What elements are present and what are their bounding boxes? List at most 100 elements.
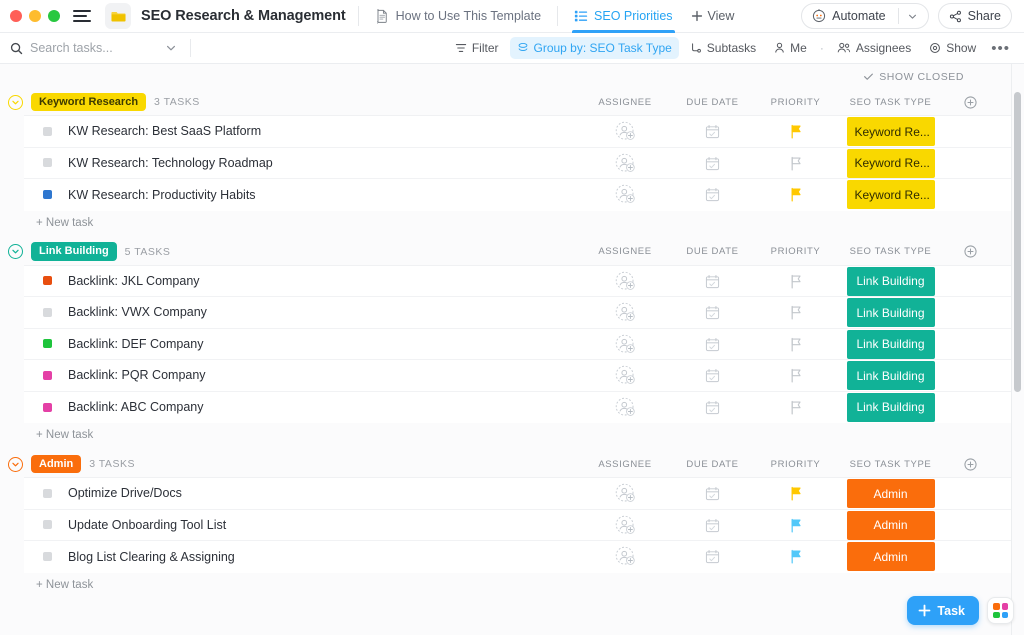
assignee-cell[interactable] xyxy=(579,116,671,148)
table-row[interactable]: Update Onboarding Tool List Admin xyxy=(24,510,1024,542)
more-options-icon[interactable]: ••• xyxy=(987,41,1014,56)
folder-icon[interactable] xyxy=(105,3,131,29)
column-header-seo-task-type[interactable]: SEO TASK TYPE xyxy=(837,246,944,257)
task-name[interactable]: Optimize Drive/Docs xyxy=(68,486,182,500)
seo-task-type-cell[interactable]: Keyword Re... xyxy=(837,148,944,180)
seo-task-type-cell[interactable]: Link Building xyxy=(837,297,944,329)
due-date-cell[interactable] xyxy=(671,392,754,424)
task-status-indicator[interactable] xyxy=(43,520,52,529)
assignee-cell[interactable] xyxy=(579,266,671,298)
task-name[interactable]: KW Research: Productivity Habits xyxy=(68,188,256,202)
menu-icon[interactable] xyxy=(73,9,91,23)
priority-cell[interactable] xyxy=(754,392,837,424)
assignee-cell[interactable] xyxy=(579,329,671,361)
seo-task-type-chip[interactable]: Link Building xyxy=(847,393,935,422)
seo-task-type-chip[interactable]: Keyword Re... xyxy=(847,149,935,178)
assignee-cell[interactable] xyxy=(579,478,671,510)
due-date-cell[interactable] xyxy=(671,116,754,148)
priority-cell[interactable] xyxy=(754,510,837,542)
table-row[interactable]: Backlink: PQR Company Link Building xyxy=(24,360,1024,392)
seo-task-type-cell[interactable]: Admin xyxy=(837,478,944,510)
task-status-indicator[interactable] xyxy=(43,127,52,136)
table-row[interactable]: Backlink: VWX Company Link Building xyxy=(24,297,1024,329)
column-header-assignee[interactable]: ASSIGNEE xyxy=(579,246,671,257)
task-status-indicator[interactable] xyxy=(43,308,52,317)
assignee-cell[interactable] xyxy=(579,541,671,573)
task-status-indicator[interactable] xyxy=(43,371,52,380)
new-task-row[interactable]: + New task xyxy=(0,573,1024,597)
due-date-cell[interactable] xyxy=(671,297,754,329)
table-row[interactable]: Optimize Drive/Docs Admin xyxy=(24,478,1024,510)
minimize-window-button[interactable] xyxy=(29,10,41,22)
table-row[interactable]: Backlink: ABC Company Link Building xyxy=(24,392,1024,424)
maximize-window-button[interactable] xyxy=(48,10,60,22)
collapse-group-icon[interactable] xyxy=(8,457,23,472)
column-header-assignee[interactable]: ASSIGNEE xyxy=(579,459,671,470)
collapse-group-icon[interactable] xyxy=(8,244,23,259)
seo-task-type-chip[interactable]: Admin xyxy=(847,479,935,508)
new-task-row[interactable]: + New task xyxy=(0,423,1024,447)
seo-task-type-cell[interactable]: Link Building xyxy=(837,266,944,298)
task-status-indicator[interactable] xyxy=(43,489,52,498)
chevron-down-icon[interactable] xyxy=(907,11,918,22)
add-view-button[interactable]: View xyxy=(691,9,735,23)
column-header-due-date[interactable]: DUE DATE xyxy=(671,246,754,257)
group-name-badge[interactable]: Link Building xyxy=(31,242,117,260)
priority-cell[interactable] xyxy=(754,329,837,361)
automate-button[interactable]: Automate xyxy=(801,3,929,29)
task-name[interactable]: Backlink: VWX Company xyxy=(68,305,207,319)
task-name[interactable]: Backlink: PQR Company xyxy=(68,368,206,382)
assignee-cell[interactable] xyxy=(579,297,671,329)
task-name[interactable]: KW Research: Technology Roadmap xyxy=(68,156,273,170)
column-header-due-date[interactable]: DUE DATE xyxy=(671,97,754,108)
me-button[interactable]: Me xyxy=(767,37,814,59)
add-column-icon[interactable] xyxy=(944,96,996,109)
column-header-seo-task-type[interactable]: SEO TASK TYPE xyxy=(837,459,944,470)
task-name[interactable]: Update Onboarding Tool List xyxy=(68,518,226,532)
assignee-cell[interactable] xyxy=(579,510,671,542)
task-status-indicator[interactable] xyxy=(43,339,52,348)
chevron-down-icon[interactable] xyxy=(165,42,177,54)
seo-task-type-chip[interactable]: Link Building xyxy=(847,361,935,390)
show-button[interactable]: Show xyxy=(922,37,983,59)
new-task-fab[interactable]: Task xyxy=(907,596,979,625)
add-column-icon[interactable] xyxy=(944,245,996,258)
seo-task-type-cell[interactable]: Admin xyxy=(837,510,944,542)
column-header-priority[interactable]: PRIORITY xyxy=(754,246,837,257)
seo-task-type-chip[interactable]: Link Building xyxy=(847,330,935,359)
due-date-cell[interactable] xyxy=(671,478,754,510)
priority-cell[interactable] xyxy=(754,148,837,180)
tab-seo-priorities[interactable]: SEO Priorities xyxy=(570,0,677,33)
priority-cell[interactable] xyxy=(754,478,837,510)
table-row[interactable]: KW Research: Best SaaS Platform Keyword … xyxy=(24,116,1024,148)
subtasks-button[interactable]: Subtasks xyxy=(683,37,763,59)
seo-task-type-cell[interactable]: Keyword Re... xyxy=(837,116,944,148)
seo-task-type-chip[interactable]: Admin xyxy=(847,542,935,571)
seo-task-type-chip[interactable]: Keyword Re... xyxy=(847,180,935,209)
assignee-cell[interactable] xyxy=(579,148,671,180)
task-status-indicator[interactable] xyxy=(43,158,52,167)
task-name[interactable]: KW Research: Best SaaS Platform xyxy=(68,124,261,138)
group-name-badge[interactable]: Keyword Research xyxy=(31,93,146,111)
table-row[interactable]: Backlink: DEF Company Link Building xyxy=(24,329,1024,361)
priority-cell[interactable] xyxy=(754,297,837,329)
close-window-button[interactable] xyxy=(10,10,22,22)
column-header-priority[interactable]: PRIORITY xyxy=(754,459,837,470)
task-name[interactable]: Blog List Clearing & Assigning xyxy=(68,550,235,564)
table-row[interactable]: KW Research: Productivity Habits Keyword… xyxy=(24,179,1024,211)
search-box[interactable] xyxy=(10,41,190,55)
group-by-button[interactable]: Group by: SEO Task Type xyxy=(510,37,679,59)
column-header-seo-task-type[interactable]: SEO TASK TYPE xyxy=(837,97,944,108)
task-status-indicator[interactable] xyxy=(43,190,52,199)
priority-cell[interactable] xyxy=(754,179,837,211)
seo-task-type-cell[interactable]: Link Building xyxy=(837,329,944,361)
seo-task-type-chip[interactable]: Keyword Re... xyxy=(847,117,935,146)
group-name-badge[interactable]: Admin xyxy=(31,455,81,473)
apps-grid-icon[interactable] xyxy=(987,597,1014,624)
due-date-cell[interactable] xyxy=(671,510,754,542)
assignees-button[interactable]: Assignees xyxy=(830,37,918,59)
seo-task-type-chip[interactable]: Admin xyxy=(847,511,935,540)
collapse-group-icon[interactable] xyxy=(8,95,23,110)
task-name[interactable]: Backlink: DEF Company xyxy=(68,337,203,351)
task-status-indicator[interactable] xyxy=(43,403,52,412)
